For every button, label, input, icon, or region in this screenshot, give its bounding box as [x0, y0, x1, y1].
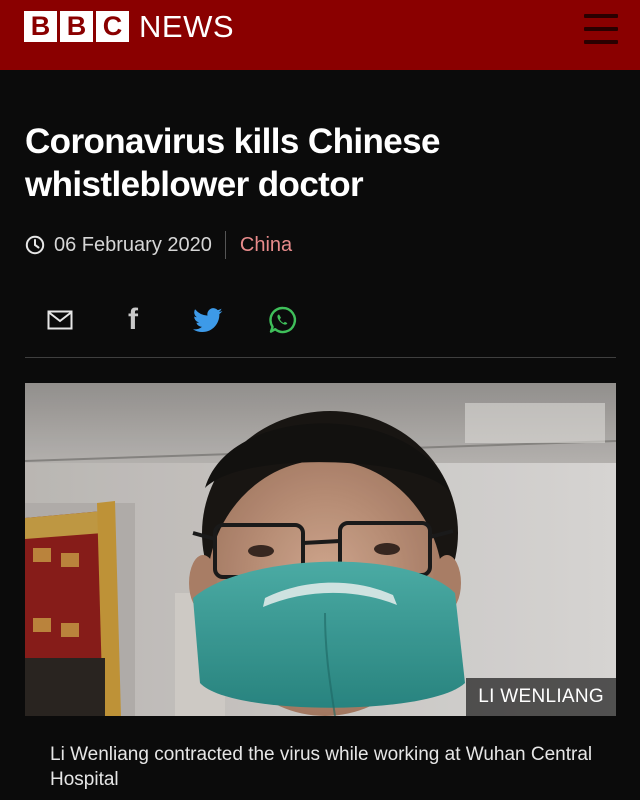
twitter-icon[interactable] — [188, 300, 228, 340]
share-bar: f — [0, 300, 640, 340]
facebook-glyph: f — [128, 303, 138, 336]
clock-icon — [25, 235, 45, 255]
meta-divider — [224, 231, 226, 259]
share-divider — [25, 357, 616, 358]
bbc-news-logo[interactable]: B B C NEWS — [24, 11, 234, 42]
logo-letter-c: C — [96, 11, 129, 42]
article-photo: LI WENLIANG — [25, 383, 616, 716]
logo-letter-b1: B — [24, 11, 57, 42]
logo-news-text: NEWS — [139, 9, 234, 44]
article-date: 06 February 2020 — [54, 233, 212, 256]
hamburger-menu-icon[interactable] — [584, 14, 618, 44]
article-meta: 06 February 2020 China — [25, 230, 292, 260]
doctor-portrait-image — [25, 383, 616, 716]
photo-caption: Li Wenliang contracted the virus while w… — [50, 744, 593, 790]
photo-credit: LI WENLIANG — [466, 678, 616, 716]
facebook-icon[interactable]: f — [113, 300, 153, 340]
site-header: B B C NEWS — [0, 0, 640, 70]
whatsapp-icon[interactable] — [263, 300, 303, 340]
article-headline: Coronavirus kills Chinese whistleblower … — [25, 122, 440, 204]
section-link-china[interactable]: China — [240, 234, 292, 257]
logo-letter-b2: B — [60, 11, 93, 42]
email-icon[interactable] — [40, 300, 80, 340]
